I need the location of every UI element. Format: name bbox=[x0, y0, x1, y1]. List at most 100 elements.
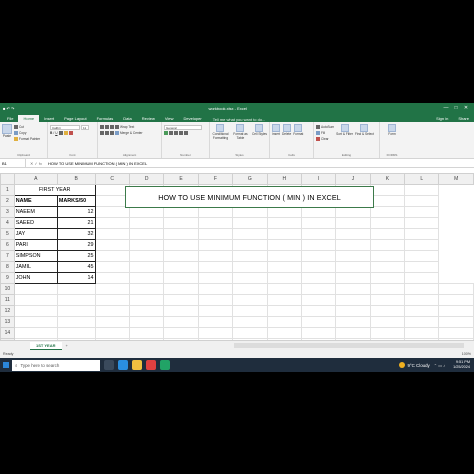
format-painter-button[interactable]: Format Painter bbox=[14, 136, 40, 142]
align-left-icon[interactable] bbox=[100, 131, 104, 135]
underline-button[interactable]: U bbox=[55, 131, 57, 135]
conditional-formatting-button[interactable]: Conditional Formatting bbox=[212, 124, 229, 140]
marks-cell[interactable]: 45 bbox=[56, 261, 96, 273]
marks-header-cell[interactable]: MARKS/50 bbox=[56, 195, 96, 207]
column-header[interactable]: M bbox=[438, 173, 474, 185]
column-header[interactable]: F bbox=[197, 173, 234, 185]
taskbar-clock[interactable]: 9:51 PM 1/25/2024 bbox=[453, 360, 470, 370]
sheet-tab-1st-year[interactable]: 1ST YEAR bbox=[30, 341, 62, 350]
name-cell[interactable]: JOHN bbox=[13, 272, 58, 284]
edge-icon[interactable] bbox=[118, 360, 128, 370]
name-cell[interactable]: SIMPSON bbox=[13, 250, 58, 262]
align-right-icon[interactable] bbox=[110, 131, 114, 135]
maximize-button[interactable]: □ bbox=[451, 105, 461, 111]
align-bottom-icon[interactable] bbox=[110, 125, 114, 129]
column-header[interactable]: E bbox=[163, 173, 199, 185]
format-as-table-button[interactable]: Format as Table bbox=[232, 124, 249, 140]
task-view-icon[interactable] bbox=[104, 360, 114, 370]
tab-review[interactable]: Review bbox=[137, 115, 160, 122]
name-cell[interactable]: PARI bbox=[13, 239, 58, 251]
marks-cell[interactable]: 14 bbox=[56, 272, 96, 284]
tab-data[interactable]: Data bbox=[118, 115, 136, 122]
close-button[interactable]: ✕ bbox=[461, 105, 471, 111]
column-header[interactable]: A bbox=[13, 173, 58, 185]
align-center-icon[interactable] bbox=[105, 131, 109, 135]
sign-in-link[interactable]: Sign in bbox=[431, 115, 453, 122]
tab-developer[interactable]: Developer bbox=[178, 115, 206, 122]
percent-icon[interactable] bbox=[169, 131, 173, 135]
select-all-corner[interactable] bbox=[0, 173, 15, 185]
row-header[interactable]: 10 bbox=[0, 283, 15, 295]
orientation-icon[interactable] bbox=[115, 125, 119, 129]
column-header[interactable]: K bbox=[369, 173, 406, 185]
name-box[interactable]: B1 bbox=[0, 159, 26, 167]
excel-taskbar-icon[interactable] bbox=[160, 360, 170, 370]
horizontal-scrollbar[interactable] bbox=[234, 343, 464, 348]
row-header[interactable]: 14 bbox=[0, 327, 15, 339]
column-header[interactable]: H bbox=[266, 173, 303, 185]
name-cell[interactable]: SAEED bbox=[13, 217, 58, 229]
weather-widget[interactable]: 9°C Cloudy bbox=[399, 362, 430, 368]
tab-formulas[interactable]: Formulas bbox=[92, 115, 119, 122]
column-header[interactable]: L bbox=[404, 173, 440, 185]
row-header[interactable]: 5 bbox=[0, 228, 15, 240]
row-header[interactable]: 3 bbox=[0, 206, 15, 218]
decrease-decimal-icon[interactable] bbox=[184, 131, 188, 135]
find-select-button[interactable]: Find & Select bbox=[355, 124, 374, 142]
clear-button[interactable]: Clear bbox=[316, 136, 334, 142]
name-cell[interactable]: NAEEM bbox=[13, 206, 58, 218]
autosave-icon[interactable]: ■ ↶ ↷ bbox=[3, 106, 14, 111]
first-year-header-cell[interactable]: FIRST YEAR bbox=[13, 184, 96, 196]
marks-cell[interactable]: 12 bbox=[56, 206, 96, 218]
column-header[interactable]: B bbox=[56, 173, 96, 185]
tab-file[interactable]: File bbox=[2, 115, 18, 122]
name-cell[interactable]: JAY bbox=[13, 228, 58, 240]
bold-button[interactable]: B bbox=[50, 131, 52, 135]
insert-cells-button[interactable]: Insert bbox=[272, 124, 280, 136]
align-top-icon[interactable] bbox=[100, 125, 104, 129]
fill-color-icon[interactable] bbox=[63, 131, 68, 135]
comma-icon[interactable] bbox=[174, 131, 178, 135]
marks-cell[interactable]: 21 bbox=[56, 217, 96, 229]
formula-input[interactable]: HOW TO USE MINIMUM FUNCTION ( MIN ) IN E… bbox=[46, 161, 474, 166]
row-header[interactable]: 13 bbox=[0, 316, 15, 328]
row-header[interactable]: 11 bbox=[0, 294, 15, 306]
row-header[interactable]: 2 bbox=[0, 195, 15, 207]
row-header[interactable]: 1 bbox=[0, 184, 15, 196]
name-cell[interactable]: JAMIL bbox=[13, 261, 58, 273]
indent-icon[interactable] bbox=[115, 131, 119, 135]
formula-icons[interactable]: ✕ ✓ fx bbox=[26, 161, 46, 166]
align-middle-icon[interactable] bbox=[105, 125, 109, 129]
file-explorer-icon[interactable] bbox=[132, 360, 142, 370]
name-header-cell[interactable]: NAME bbox=[13, 195, 58, 207]
row-header[interactable]: 6 bbox=[0, 239, 15, 251]
borders-icon[interactable] bbox=[58, 131, 63, 135]
wrap-text-button[interactable]: Wrap Text bbox=[120, 125, 134, 129]
column-header[interactable]: J bbox=[335, 173, 371, 185]
increase-decimal-icon[interactable] bbox=[179, 131, 183, 135]
sort-filter-button[interactable]: Sort & Filter bbox=[336, 124, 353, 142]
tab-view[interactable]: View bbox=[160, 115, 179, 122]
merge-center-button[interactable]: Merge & Center bbox=[120, 131, 143, 135]
delete-cells-button[interactable]: Delete bbox=[282, 124, 291, 136]
format-cells-button[interactable]: Format bbox=[293, 124, 303, 136]
column-header[interactable]: D bbox=[128, 173, 165, 185]
font-name-select[interactable]: Calibri bbox=[50, 124, 80, 130]
row-header[interactable]: 8 bbox=[0, 261, 15, 273]
form-button[interactable]: Form bbox=[382, 124, 402, 136]
zoom-level[interactable]: 100% bbox=[462, 352, 471, 356]
marks-cell[interactable]: 29 bbox=[56, 239, 96, 251]
row-header[interactable]: 7 bbox=[0, 250, 15, 262]
system-tray-icons[interactable]: ⌃ ▭ ♪ bbox=[434, 363, 445, 368]
currency-icon[interactable] bbox=[164, 131, 168, 135]
chrome-icon[interactable] bbox=[146, 360, 156, 370]
add-sheet-button[interactable]: + bbox=[66, 343, 68, 348]
paste-button[interactable]: Paste bbox=[2, 124, 12, 142]
column-header[interactable]: C bbox=[94, 173, 130, 185]
font-size-select[interactable]: 11 bbox=[81, 124, 89, 130]
italic-button[interactable]: I bbox=[53, 131, 54, 135]
title-banner-cell[interactable]: HOW TO USE MINIMUM FUNCTION ( MIN ) IN E… bbox=[125, 186, 374, 208]
start-button[interactable] bbox=[0, 358, 12, 372]
row-header[interactable]: 9 bbox=[0, 272, 15, 284]
minimize-button[interactable]: — bbox=[441, 105, 451, 111]
